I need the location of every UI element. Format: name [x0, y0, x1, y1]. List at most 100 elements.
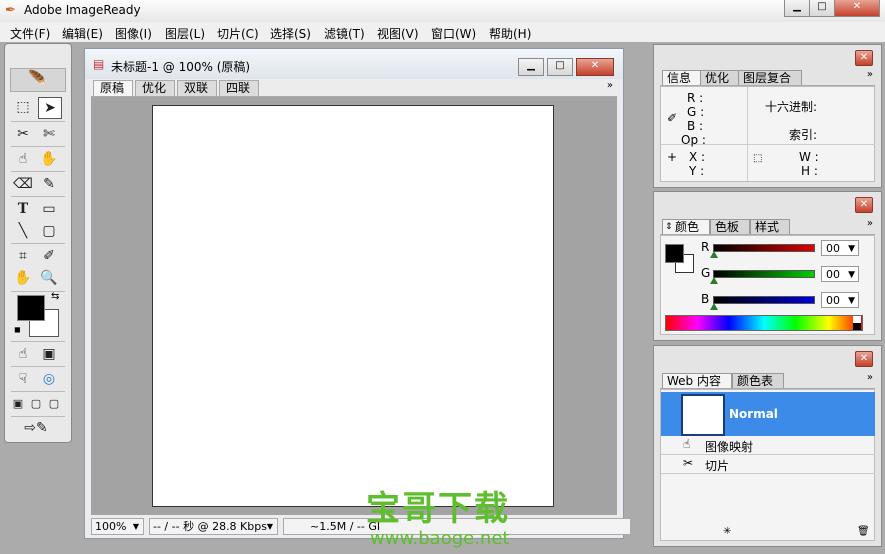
index-label: 索引: — [789, 128, 818, 142]
doc-maximize-button[interactable]: □ — [547, 58, 573, 76]
tab-original[interactable]: 原稿 — [93, 80, 134, 96]
tab-4up[interactable]: 四联 — [219, 80, 260, 96]
download-time-field[interactable]: -- / -- 秒 @ 28.8 Kbps ▼ — [149, 518, 278, 535]
zoom-tool-icon[interactable]: 🔍 — [38, 268, 60, 288]
tab-swatches[interactable]: 色板 — [710, 219, 751, 234]
blue-slider-track[interactable] — [713, 296, 815, 304]
screen-mode-standard-icon[interactable]: ▣ — [10, 394, 26, 414]
preview-in-browser-icon[interactable]: ◎ — [38, 369, 60, 389]
screen-mode-full-icon[interactable]: ▢ — [46, 394, 62, 414]
rectangle-tool-icon[interactable]: ▭ — [38, 199, 60, 219]
menu-file[interactable]: 文件(F) — [10, 25, 50, 42]
info-panel-close-icon[interactable]: ✕ — [855, 50, 873, 66]
tab-styles[interactable]: 样式 — [750, 219, 791, 234]
panel-menu-arrow-icon[interactable]: » — [867, 218, 873, 229]
screen-mode-full-menu-icon[interactable]: ▢ — [28, 394, 44, 414]
tab-web-content[interactable]: Web 内容 — [662, 373, 732, 388]
web-panel-body: Normal ☝ 图像映射 ✂ 切片 ✳ 🗑 — [660, 389, 875, 541]
red-slider-handle[interactable] — [710, 251, 718, 258]
menu-select[interactable]: 选择(S) — [270, 25, 311, 42]
swap-colors-icon[interactable]: ⇆ — [51, 291, 59, 302]
spectrum-bar[interactable] — [665, 315, 863, 331]
trash-icon[interactable]: 🗑 — [857, 526, 870, 537]
document-view-tabs: 原稿 优化 双联 四联 » — [91, 80, 617, 97]
new-rollover-icon[interactable]: ✳ — [723, 526, 731, 537]
menu-slice[interactable]: 切片(C) — [217, 25, 259, 42]
crop-tool-icon[interactable]: ⌗ — [12, 246, 34, 266]
tabs-menu-arrow-icon[interactable]: » — [607, 80, 613, 91]
doc-close-button[interactable]: ✕ — [576, 58, 614, 76]
watermark-logo: 宝哥下载 www.baoge.net — [366, 490, 510, 550]
maximize-button[interactable]: □ — [809, 0, 835, 17]
red-value-field[interactable]: 00 ▼ — [821, 240, 859, 256]
slice-label: 切片 — [705, 459, 730, 473]
red-slider-track[interactable] — [713, 244, 815, 252]
image-map-visibility-icon[interactable]: ☝ — [12, 344, 34, 364]
blue-value-field[interactable]: 00 ▼ — [821, 292, 859, 308]
image-map-row[interactable]: ☝ 图像映射 — [661, 436, 875, 455]
hex-label: 十六进制: — [765, 100, 818, 114]
slice-visibility-icon[interactable]: ▣ — [38, 344, 60, 364]
tab-optimize[interactable]: 优化 — [700, 70, 741, 85]
tab-info[interactable]: 信息 — [662, 70, 703, 85]
document-title-bar: ▤ 未标题-1 @ 100% (原稿) ▁ □ ✕ — [85, 49, 623, 79]
slice-tool-icon[interactable]: ✂ — [12, 124, 34, 144]
minimize-button[interactable]: ▁ — [784, 0, 810, 17]
tab-2up[interactable]: 双联 — [177, 80, 218, 96]
info-panel-body: ✐ R : G : B : Op : 十六进制: 索引: + X : Y : ⬚… — [660, 86, 875, 182]
close-button[interactable]: ✕ — [834, 0, 880, 17]
panel-menu-arrow-icon[interactable]: » — [867, 69, 873, 80]
brush-tool-icon[interactable]: ✎ — [38, 174, 60, 194]
tab-color-label: 颜色 — [675, 220, 700, 234]
eraser-tool-icon[interactable]: ⌫ — [12, 174, 34, 194]
spectrum-black-white-swatch[interactable] — [853, 316, 861, 330]
hand-tool-icon[interactable]: ✋ — [12, 268, 34, 288]
green-slider-track[interactable] — [713, 270, 815, 278]
green-value-field[interactable]: 00 ▼ — [821, 266, 859, 282]
tab-optimized[interactable]: 优化 — [135, 80, 176, 96]
line-tool-icon[interactable]: ╲ — [12, 221, 34, 241]
image-map-select-tool-icon[interactable]: ✋ — [38, 149, 60, 169]
green-slider-handle[interactable] — [710, 277, 718, 284]
doc-minimize-button[interactable]: ▁ — [518, 58, 544, 76]
tab-layer-comps[interactable]: 图层复合 — [738, 70, 803, 85]
marquee-tool-icon[interactable]: ⬚ — [12, 97, 34, 117]
move-tool-icon[interactable]: ➤ — [38, 97, 62, 119]
color-panel-close-icon[interactable]: ✕ — [855, 197, 873, 213]
default-colors-icon[interactable]: ◼ — [14, 325, 21, 334]
blue-slider-handle[interactable] — [710, 303, 718, 310]
slice-row[interactable]: ✂ 切片 — [661, 455, 875, 474]
r-label: R : — [687, 91, 704, 105]
document-status-bar: 100% ▼ -- / -- 秒 @ 28.8 Kbps ▼ ~1.5M / -- … — [85, 515, 631, 537]
web-panel-close-icon[interactable]: ✕ — [855, 351, 873, 367]
jump-to-photoshop-icon[interactable]: ⇨✎ — [14, 418, 58, 438]
normal-state-thumbnail — [681, 394, 725, 436]
tab-color-table[interactable]: 颜色表 — [732, 373, 785, 388]
rollover-preview-icon[interactable]: ☟ — [12, 369, 34, 389]
opacity-label: Op : — [681, 133, 706, 147]
document-window: ▤ 未标题-1 @ 100% (原稿) ▁ □ ✕ 原稿 优化 双联 四联 » … — [84, 48, 631, 539]
foreground-color-swatch[interactable] — [17, 295, 45, 321]
menu-help[interactable]: 帮助(H) — [489, 25, 531, 42]
color-foreground-swatch[interactable] — [665, 244, 684, 263]
eyedropper-tool-icon[interactable]: ✐ — [38, 246, 60, 266]
info-panel: ✕ 信息 优化 图层复合 » ✐ R : G : B : Op : 十六进制: … — [653, 44, 882, 188]
slice-select-tool-icon[interactable]: ✄ — [38, 124, 60, 144]
image-map-tool-icon[interactable]: ☝ — [12, 149, 34, 169]
menu-layer[interactable]: 图层(L) — [165, 25, 205, 42]
chevron-down-icon: ▼ — [266, 522, 273, 531]
panel-menu-arrow-icon[interactable]: » — [867, 372, 873, 383]
normal-state-row[interactable]: Normal — [661, 392, 875, 436]
document-canvas[interactable] — [152, 105, 554, 507]
menu-image[interactable]: 图像(I) — [115, 25, 152, 42]
zoom-field[interactable]: 100% ▼ — [91, 518, 144, 535]
type-tool-icon[interactable]: T — [12, 199, 34, 219]
menu-view[interactable]: 视图(V) — [377, 25, 419, 42]
tab-color[interactable]: ⇕ 颜色 — [662, 219, 711, 234]
menu-window[interactable]: 窗口(W) — [431, 25, 476, 42]
download-time-value: -- / -- 秒 @ 28.8 Kbps — [153, 520, 267, 533]
menu-filter[interactable]: 滤镜(T) — [324, 25, 365, 42]
rounded-rect-tool-icon[interactable]: ▢ — [38, 221, 60, 241]
menu-edit[interactable]: 编辑(E) — [62, 25, 103, 42]
selection-size-icon: ⬚ — [753, 153, 763, 164]
